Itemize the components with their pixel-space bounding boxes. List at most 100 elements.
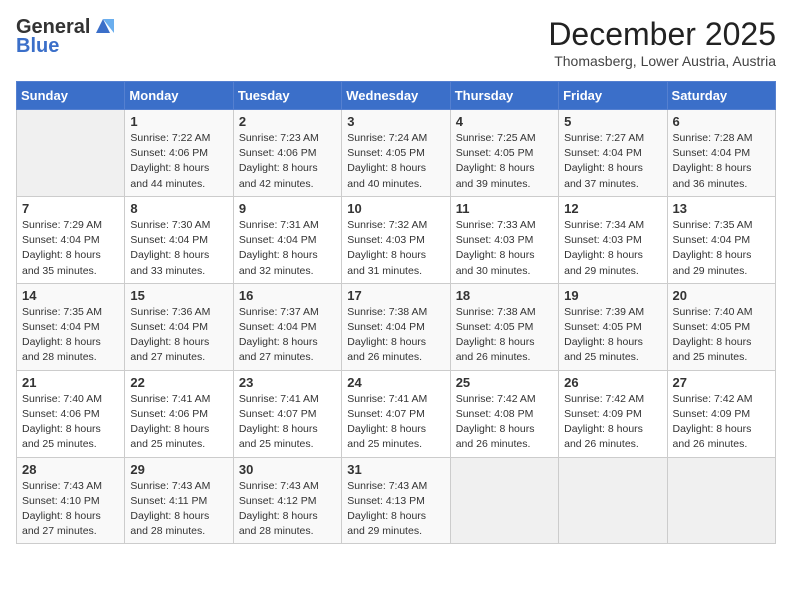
cell-content: Sunrise: 7:34 AM Sunset: 4:03 PM Dayligh… <box>564 218 661 279</box>
cell-content: Sunrise: 7:39 AM Sunset: 4:05 PM Dayligh… <box>564 305 661 366</box>
calendar-cell: 24 Sunrise: 7:41 AM Sunset: 4:07 PM Dayli… <box>342 370 450 457</box>
calendar-cell: 14 Sunrise: 7:35 AM Sunset: 4:04 PM Dayli… <box>17 283 125 370</box>
calendar-cell: 19 Sunrise: 7:39 AM Sunset: 4:05 PM Dayli… <box>559 283 667 370</box>
calendar-cell: 21Sunrise: 7:40 AM Sunset: 4:06 PM Dayli… <box>17 370 125 457</box>
cell-content: Sunrise: 7:24 AM Sunset: 4:05 PM Dayligh… <box>347 131 444 192</box>
calendar-cell: 13 Sunrise: 7:35 AM Sunset: 4:04 PM Dayli… <box>667 196 775 283</box>
calendar-cell: 11 Sunrise: 7:33 AM Sunset: 4:03 PM Dayli… <box>450 196 558 283</box>
cell-content: Sunrise: 7:35 AM Sunset: 4:04 PM Dayligh… <box>22 305 119 366</box>
header-thursday: Thursday <box>450 82 558 110</box>
header-tuesday: Tuesday <box>233 82 341 110</box>
calendar-cell: 17 Sunrise: 7:38 AM Sunset: 4:04 PM Dayli… <box>342 283 450 370</box>
cell-content: Sunrise: 7:38 AM Sunset: 4:04 PM Dayligh… <box>347 305 444 366</box>
calendar-cell: 12 Sunrise: 7:34 AM Sunset: 4:03 PM Dayli… <box>559 196 667 283</box>
logo-icon <box>92 15 114 37</box>
cell-content: Sunrise: 7:29 AM Sunset: 4:04 PM Dayligh… <box>22 218 119 279</box>
calendar-cell: 3Sunrise: 7:24 AM Sunset: 4:05 PM Daylig… <box>342 110 450 197</box>
calendar-cell: 20 Sunrise: 7:40 AM Sunset: 4:05 PM Dayli… <box>667 283 775 370</box>
day-number: 18 <box>456 288 553 303</box>
cell-content: Sunrise: 7:40 AM Sunset: 4:06 PM Dayligh… <box>22 392 119 453</box>
cell-content: Sunrise: 7:22 AM Sunset: 4:06 PM Dayligh… <box>130 131 227 192</box>
cell-content: Sunrise: 7:27 AM Sunset: 4:04 PM Dayligh… <box>564 131 661 192</box>
cell-content: Sunrise: 7:32 AM Sunset: 4:03 PM Dayligh… <box>347 218 444 279</box>
calendar-cell: 2 Sunrise: 7:23 AM Sunset: 4:06 PM Daylig… <box>233 110 341 197</box>
day-number: 30 <box>239 462 336 477</box>
day-number: 4 <box>456 114 553 129</box>
cell-content: Sunrise: 7:43 AM Sunset: 4:13 PM Dayligh… <box>347 479 444 540</box>
logo: General Blue <box>16 16 114 58</box>
calendar-cell: 27 Sunrise: 7:42 AM Sunset: 4:09 PM Dayli… <box>667 370 775 457</box>
cell-content: Sunrise: 7:25 AM Sunset: 4:05 PM Dayligh… <box>456 131 553 192</box>
day-number: 12 <box>564 201 661 216</box>
location: Thomasberg, Lower Austria, Austria <box>548 53 776 69</box>
calendar-cell: 16Sunrise: 7:37 AM Sunset: 4:04 PM Dayli… <box>233 283 341 370</box>
cell-content: Sunrise: 7:41 AM Sunset: 4:06 PM Dayligh… <box>130 392 227 453</box>
calendar-week-row: 21Sunrise: 7:40 AM Sunset: 4:06 PM Dayli… <box>17 370 776 457</box>
day-number: 5 <box>564 114 661 129</box>
calendar-cell: 8 Sunrise: 7:30 AM Sunset: 4:04 PM Daylig… <box>125 196 233 283</box>
cell-content: Sunrise: 7:33 AM Sunset: 4:03 PM Dayligh… <box>456 218 553 279</box>
cell-content: Sunrise: 7:42 AM Sunset: 4:09 PM Dayligh… <box>564 392 661 453</box>
day-number: 31 <box>347 462 444 477</box>
calendar-cell <box>667 457 775 544</box>
header-wednesday: Wednesday <box>342 82 450 110</box>
calendar-week-row: 1 Sunrise: 7:22 AM Sunset: 4:06 PM Daylig… <box>17 110 776 197</box>
header-saturday: Saturday <box>667 82 775 110</box>
cell-content: Sunrise: 7:43 AM Sunset: 4:12 PM Dayligh… <box>239 479 336 540</box>
calendar-week-row: 7Sunrise: 7:29 AM Sunset: 4:04 PM Daylig… <box>17 196 776 283</box>
day-number: 20 <box>673 288 770 303</box>
day-number: 8 <box>130 201 227 216</box>
day-number: 19 <box>564 288 661 303</box>
calendar-cell: 1 Sunrise: 7:22 AM Sunset: 4:06 PM Daylig… <box>125 110 233 197</box>
calendar-cell: 9Sunrise: 7:31 AM Sunset: 4:04 PM Daylig… <box>233 196 341 283</box>
day-number: 25 <box>456 375 553 390</box>
day-number: 13 <box>673 201 770 216</box>
day-number: 11 <box>456 201 553 216</box>
cell-content: Sunrise: 7:35 AM Sunset: 4:04 PM Dayligh… <box>673 218 770 279</box>
day-number: 28 <box>22 462 119 477</box>
day-number: 17 <box>347 288 444 303</box>
page-header: General Blue December 2025 Thomasberg, L… <box>16 16 776 69</box>
day-number: 6 <box>673 114 770 129</box>
header-monday: Monday <box>125 82 233 110</box>
cell-content: Sunrise: 7:41 AM Sunset: 4:07 PM Dayligh… <box>347 392 444 453</box>
day-number: 15 <box>130 288 227 303</box>
calendar-table: SundayMondayTuesdayWednesdayThursdayFrid… <box>16 81 776 544</box>
calendar-cell: 31 Sunrise: 7:43 AM Sunset: 4:13 PM Dayli… <box>342 457 450 544</box>
calendar-cell: 7Sunrise: 7:29 AM Sunset: 4:04 PM Daylig… <box>17 196 125 283</box>
cell-content: Sunrise: 7:42 AM Sunset: 4:08 PM Dayligh… <box>456 392 553 453</box>
title-area: December 2025 Thomasberg, Lower Austria,… <box>548 16 776 69</box>
cell-content: Sunrise: 7:36 AM Sunset: 4:04 PM Dayligh… <box>130 305 227 366</box>
calendar-cell <box>17 110 125 197</box>
calendar-cell: 22 Sunrise: 7:41 AM Sunset: 4:06 PM Dayli… <box>125 370 233 457</box>
day-number: 2 <box>239 114 336 129</box>
calendar-cell: 23Sunrise: 7:41 AM Sunset: 4:07 PM Dayli… <box>233 370 341 457</box>
calendar-cell <box>450 457 558 544</box>
day-number: 10 <box>347 201 444 216</box>
header-friday: Friday <box>559 82 667 110</box>
calendar-cell: 25 Sunrise: 7:42 AM Sunset: 4:08 PM Dayli… <box>450 370 558 457</box>
day-number: 22 <box>130 375 227 390</box>
cell-content: Sunrise: 7:40 AM Sunset: 4:05 PM Dayligh… <box>673 305 770 366</box>
cell-content: Sunrise: 7:31 AM Sunset: 4:04 PM Dayligh… <box>239 218 336 279</box>
calendar-week-row: 28Sunrise: 7:43 AM Sunset: 4:10 PM Dayli… <box>17 457 776 544</box>
calendar-cell: 10 Sunrise: 7:32 AM Sunset: 4:03 PM Dayli… <box>342 196 450 283</box>
day-number: 27 <box>673 375 770 390</box>
day-number: 16 <box>239 288 336 303</box>
month-title: December 2025 <box>548 16 776 53</box>
calendar-cell: 29Sunrise: 7:43 AM Sunset: 4:11 PM Dayli… <box>125 457 233 544</box>
cell-content: Sunrise: 7:41 AM Sunset: 4:07 PM Dayligh… <box>239 392 336 453</box>
logo-blue: Blue <box>16 35 59 58</box>
day-number: 24 <box>347 375 444 390</box>
cell-content: Sunrise: 7:43 AM Sunset: 4:11 PM Dayligh… <box>130 479 227 540</box>
cell-content: Sunrise: 7:28 AM Sunset: 4:04 PM Dayligh… <box>673 131 770 192</box>
calendar-header-row: SundayMondayTuesdayWednesdayThursdayFrid… <box>17 82 776 110</box>
cell-content: Sunrise: 7:30 AM Sunset: 4:04 PM Dayligh… <box>130 218 227 279</box>
cell-content: Sunrise: 7:38 AM Sunset: 4:05 PM Dayligh… <box>456 305 553 366</box>
cell-content: Sunrise: 7:42 AM Sunset: 4:09 PM Dayligh… <box>673 392 770 453</box>
cell-content: Sunrise: 7:23 AM Sunset: 4:06 PM Dayligh… <box>239 131 336 192</box>
day-number: 14 <box>22 288 119 303</box>
calendar-cell: 26Sunrise: 7:42 AM Sunset: 4:09 PM Dayli… <box>559 370 667 457</box>
calendar-cell: 4 Sunrise: 7:25 AM Sunset: 4:05 PM Daylig… <box>450 110 558 197</box>
day-number: 1 <box>130 114 227 129</box>
